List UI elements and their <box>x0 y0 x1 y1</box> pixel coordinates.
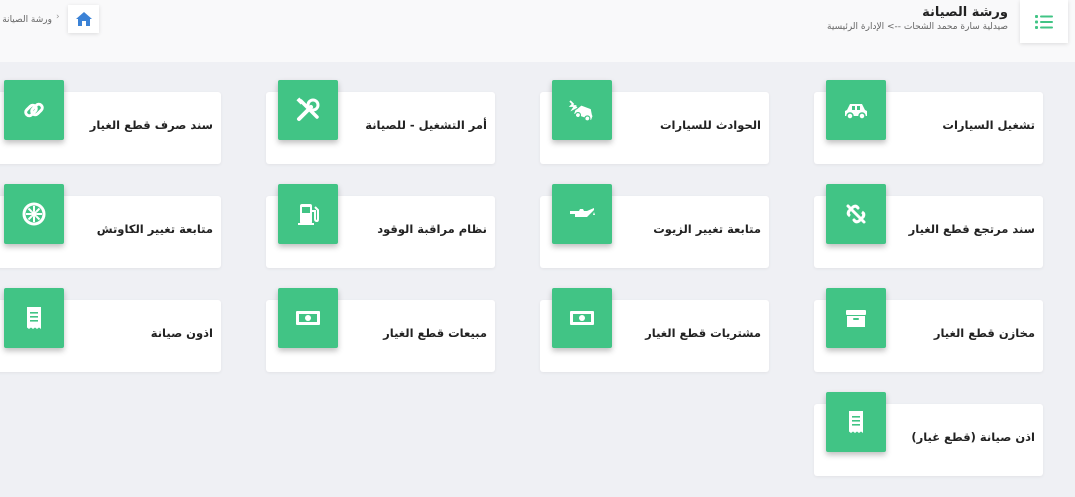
tile-car-accidents[interactable] <box>552 80 612 140</box>
card-label: اذن صيانة (قطع غيار) <box>911 430 1035 444</box>
tile-maintenance-order[interactable] <box>278 80 338 140</box>
card-label: نظام مراقبة الوقود <box>377 222 487 236</box>
card-label: سند مرتجع قطع الغيار <box>908 222 1035 236</box>
money-bill-icon <box>570 311 594 325</box>
tile-car-operation[interactable] <box>826 80 886 140</box>
card-label: سند صرف قطع الغيار <box>89 118 213 132</box>
tile-spare-parts-return[interactable] <box>826 184 886 244</box>
card-label: متابعة تغيير الكاوتش <box>96 222 213 236</box>
receipt-icon <box>27 307 41 329</box>
tile-oil-change[interactable] <box>552 184 612 244</box>
tile-maintenance-permits[interactable] <box>4 288 64 348</box>
archive-box-icon <box>846 310 866 327</box>
car-icon <box>845 104 867 120</box>
money-bill-icon <box>296 311 320 325</box>
unlink-icon <box>846 204 866 224</box>
card-label: تشغيل السيارات <box>942 118 1035 132</box>
link-icon <box>24 102 44 118</box>
home-icon <box>75 12 92 26</box>
tile-maintenance-permit-parts[interactable] <box>826 392 886 452</box>
tile-tire-change[interactable] <box>4 184 64 244</box>
tile-spare-parts-sales[interactable] <box>278 288 338 348</box>
tire-icon <box>22 202 46 226</box>
breadcrumb-current[interactable]: ورشة الصيانة <box>2 15 52 25</box>
tile-spare-parts-issue[interactable] <box>4 80 64 140</box>
menu-toggle-button[interactable] <box>1020 0 1068 43</box>
card-label: مبيعات قطع الغيار <box>383 326 487 340</box>
card-label: اذون صيانة <box>150 326 213 340</box>
oil-can-icon <box>570 208 595 217</box>
card-label: أمر التشغيل - للصيانة <box>365 118 487 132</box>
home-button[interactable] <box>68 5 99 33</box>
card-label: مخازن قطع الغيار <box>933 326 1035 340</box>
card-label: الحوادث للسيارات <box>659 118 761 132</box>
tile-spare-parts-stores[interactable] <box>826 288 886 348</box>
tile-fuel-monitoring[interactable] <box>278 184 338 244</box>
tile-spare-parts-purchases[interactable] <box>552 288 612 348</box>
page-subtitle: صيدلية سارة محمد الشحات --> الإدارة الرئ… <box>827 22 1008 32</box>
tools-icon <box>296 97 320 121</box>
page-title: ورشة الصيانة <box>922 5 1008 20</box>
card-label: متابعة تغيير الزيوت <box>653 222 761 236</box>
list-icon <box>1035 14 1053 29</box>
receipt-icon <box>849 411 863 433</box>
car-crash-icon <box>568 100 593 122</box>
gas-pump-icon <box>298 204 319 225</box>
breadcrumb-separator: › <box>56 12 60 22</box>
card-label: مشتريات قطع الغيار <box>645 326 761 340</box>
